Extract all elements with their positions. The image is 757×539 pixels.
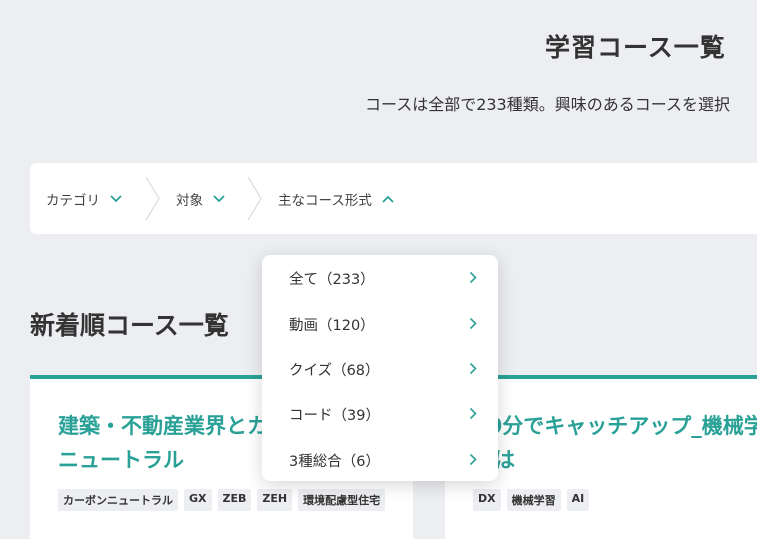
filter-target-label: 対象 [176,192,203,209]
chevron-right-icon [469,317,477,330]
format-dropdown-menu: 全て（233） 動画（120） クイズ（68） コード（39） 3種総合（6） [262,255,498,481]
chevron-right-icon [469,271,477,284]
course-tag[interactable]: DX [473,489,501,511]
breadcrumb-separator [145,176,160,221]
course-tag[interactable]: AI [566,489,590,511]
filter-category[interactable]: カテゴリ [46,163,122,234]
filter-bar: カテゴリ 対象 主なコース形式 [30,163,757,234]
filter-format-label: 主なコース形式 [278,192,372,209]
menu-item-video[interactable]: 動画（120） [262,302,498,346]
page-description: コースは全部で233種類。興味のあるコースを選択 [365,95,730,114]
course-tag[interactable]: 環境配慮型住宅 [298,489,386,511]
filter-category-label: カテゴリ [46,192,100,209]
menu-item-label: クイズ（68） [289,362,380,379]
menu-item-quiz[interactable]: クイズ（68） [262,347,498,391]
course-tags: カーボンニュートラル GX ZEB ZEH 環境配慮型住宅 [58,489,386,511]
course-tag[interactable]: ZEH [257,489,293,511]
section-title: 新着順コース一覧 [30,311,229,340]
menu-item-all[interactable]: 全て（233） [262,256,498,300]
page-title: 学習コース一覧 [545,33,726,62]
breadcrumb-separator [247,176,262,221]
filter-target[interactable]: 対象 [176,163,225,234]
menu-item-label: 動画（120） [289,317,375,334]
course-tag[interactable]: ZEB [217,489,252,511]
course-tag[interactable]: カーボンニュートラル [58,489,178,511]
chevron-up-icon [382,195,394,203]
course-tag[interactable]: GX [184,489,212,511]
chevron-down-icon [110,194,122,203]
course-tag[interactable]: 機械学習 [506,489,561,511]
chevron-right-icon [469,362,477,375]
chevron-right-icon [469,453,477,466]
chevron-right-icon [469,407,477,420]
course-title[interactable]: 10分でキャッチアップ_機械学習 とは [473,409,757,477]
filter-format[interactable]: 主なコース形式 [278,163,394,234]
menu-item-label: コード（39） [289,407,380,424]
menu-item-label: 全て（233） [289,271,375,288]
menu-item-combined[interactable]: 3種総合（6） [262,438,498,482]
menu-item-code[interactable]: コード（39） [262,392,498,436]
chevron-down-icon [213,194,225,203]
course-tags: DX 機械学習 AI [473,489,590,511]
menu-item-label: 3種総合（6） [289,453,380,470]
